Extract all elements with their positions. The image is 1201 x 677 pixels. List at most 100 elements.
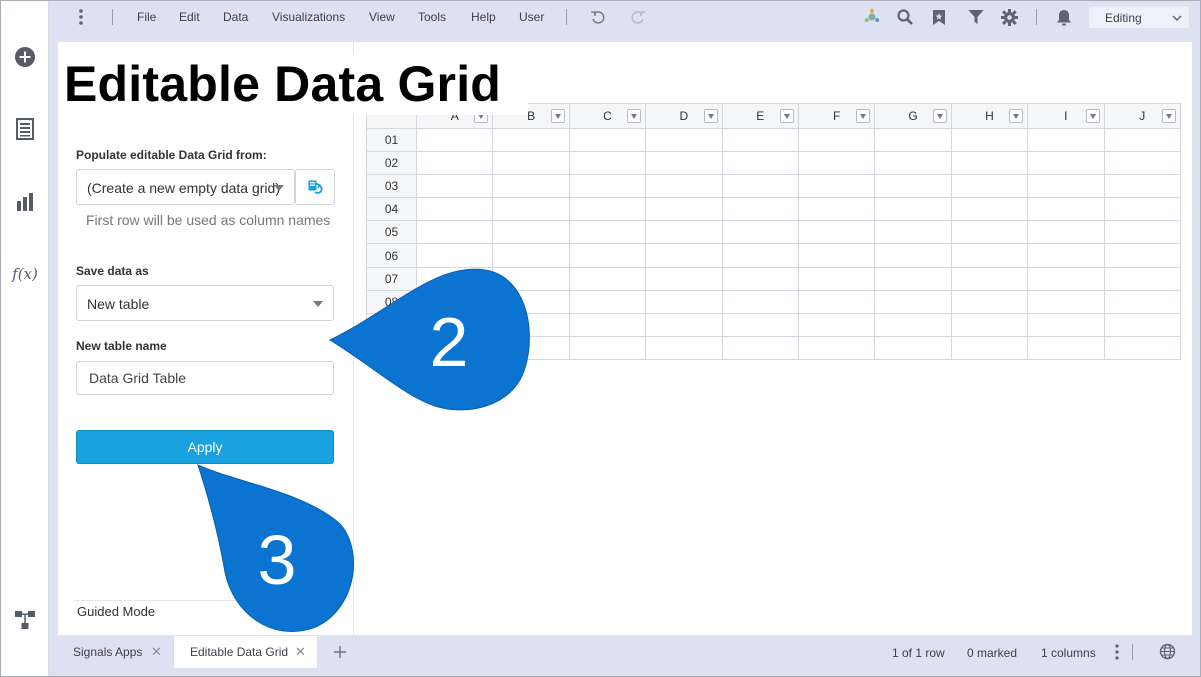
grid-cell[interactable] xyxy=(415,243,494,268)
data-table-icon[interactable] xyxy=(13,117,37,141)
grid-cell[interactable] xyxy=(492,197,570,222)
grid-cell[interactable] xyxy=(492,174,570,199)
grid-cell[interactable] xyxy=(415,174,494,199)
undo-icon[interactable] xyxy=(588,7,608,27)
grid-cell[interactable] xyxy=(874,127,952,153)
grid-cell[interactable] xyxy=(721,335,799,361)
column-header[interactable]: C xyxy=(568,103,647,129)
grid-cell[interactable] xyxy=(645,197,723,222)
grid-cell[interactable] xyxy=(645,127,723,153)
grid-cell[interactable] xyxy=(568,289,647,314)
grid-cell[interactable] xyxy=(721,127,799,153)
grid-cell[interactable] xyxy=(797,335,876,361)
menu-visualizations[interactable]: Visualizations xyxy=(272,10,345,24)
menu-file[interactable]: File xyxy=(137,10,156,24)
column-filter-dropdown-icon[interactable] xyxy=(550,109,565,123)
grid-cell[interactable] xyxy=(950,220,1029,245)
bar-chart-icon[interactable] xyxy=(13,190,37,214)
grid-cell[interactable] xyxy=(1027,151,1105,176)
grid-cell[interactable] xyxy=(1103,197,1182,222)
grid-cell[interactable] xyxy=(1027,197,1105,222)
grid-cell[interactable] xyxy=(874,174,952,199)
redo-icon[interactable] xyxy=(628,7,648,27)
grid-cell[interactable] xyxy=(568,197,647,222)
add-icon[interactable] xyxy=(13,45,37,69)
grid-cell[interactable] xyxy=(568,220,647,245)
grid-cell[interactable] xyxy=(645,174,723,199)
grid-cell[interactable] xyxy=(721,220,799,245)
grid-cell[interactable] xyxy=(950,197,1029,222)
grid-cell[interactable] xyxy=(492,127,570,153)
grid-cell[interactable] xyxy=(874,151,952,176)
menu-tools[interactable]: Tools xyxy=(418,10,446,24)
grid-cell[interactable] xyxy=(874,220,952,245)
grid-cell[interactable] xyxy=(645,289,723,314)
grid-cell[interactable] xyxy=(797,312,876,337)
more-vertical-icon[interactable] xyxy=(1115,644,1119,665)
column-header[interactable]: G xyxy=(874,103,952,129)
grid-cell[interactable] xyxy=(797,151,876,176)
grid-cell[interactable] xyxy=(568,151,647,176)
ai-assistant-icon[interactable] xyxy=(862,7,882,27)
grid-cell[interactable] xyxy=(797,220,876,245)
grid-cell[interactable] xyxy=(1027,243,1105,268)
grid-cell[interactable] xyxy=(797,289,876,314)
grid-cell[interactable] xyxy=(1027,220,1105,245)
grid-cell[interactable] xyxy=(797,174,876,199)
settings-gear-icon[interactable] xyxy=(999,7,1019,27)
grid-cell[interactable] xyxy=(874,289,952,314)
grid-cell[interactable] xyxy=(492,220,570,245)
grid-cell[interactable] xyxy=(874,312,952,337)
grid-cell[interactable] xyxy=(568,243,647,268)
close-icon[interactable]: ✕ xyxy=(151,636,162,668)
column-filter-dropdown-icon[interactable] xyxy=(779,109,794,123)
mode-dropdown[interactable]: Editing xyxy=(1089,7,1189,28)
function-icon[interactable]: f(x) xyxy=(12,262,38,286)
grid-cell[interactable] xyxy=(797,197,876,222)
grid-cell[interactable] xyxy=(1027,127,1105,153)
column-filter-dropdown-icon[interactable] xyxy=(1085,109,1100,123)
grid-cell[interactable] xyxy=(415,151,494,176)
column-filter-dropdown-icon[interactable] xyxy=(856,109,871,123)
grid-cell[interactable] xyxy=(874,335,952,361)
column-header[interactable]: I xyxy=(1027,103,1105,129)
grid-cell[interactable] xyxy=(568,312,647,337)
column-header[interactable]: D xyxy=(645,103,723,129)
grid-cell[interactable] xyxy=(797,266,876,291)
row-number[interactable]: 01 xyxy=(366,127,417,153)
grid-cell[interactable] xyxy=(568,335,647,361)
grid-cell[interactable] xyxy=(1103,312,1182,337)
save-as-dropdown[interactable]: New table xyxy=(76,285,334,321)
populate-source-dropdown[interactable]: (Create a new empty data grid) xyxy=(76,169,295,205)
hierarchy-icon[interactable] xyxy=(13,608,37,632)
grid-cell[interactable] xyxy=(415,220,494,245)
column-filter-dropdown-icon[interactable] xyxy=(1162,109,1176,123)
grid-cell[interactable] xyxy=(568,174,647,199)
grid-cell[interactable] xyxy=(1027,174,1105,199)
row-number[interactable]: 04 xyxy=(366,197,417,222)
grid-cell[interactable] xyxy=(950,151,1029,176)
tab-signals-apps[interactable]: Signals Apps ✕ xyxy=(57,636,174,668)
grid-cell[interactable] xyxy=(721,197,799,222)
grid-cell[interactable] xyxy=(874,243,952,268)
globe-icon[interactable] xyxy=(1159,643,1176,665)
grid-cell[interactable] xyxy=(721,289,799,314)
row-number[interactable]: 06 xyxy=(366,243,417,268)
grid-cell[interactable] xyxy=(950,335,1029,361)
grid-cell[interactable] xyxy=(950,289,1029,314)
grid-cell[interactable] xyxy=(721,266,799,291)
row-number[interactable]: 03 xyxy=(366,174,417,199)
grid-cell[interactable] xyxy=(1103,151,1182,176)
grid-cell[interactable] xyxy=(1027,312,1105,337)
grid-cell[interactable] xyxy=(492,243,570,268)
grid-cell[interactable] xyxy=(721,151,799,176)
menu-edit[interactable]: Edit xyxy=(179,10,200,24)
grid-cell[interactable] xyxy=(950,127,1029,153)
grid-cell[interactable] xyxy=(1103,174,1182,199)
column-header[interactable]: E xyxy=(721,103,799,129)
search-icon[interactable] xyxy=(895,7,915,27)
row-number[interactable]: 05 xyxy=(366,220,417,245)
grid-cell[interactable] xyxy=(797,127,876,153)
grid-cell[interactable] xyxy=(1103,289,1182,314)
column-filter-dropdown-icon[interactable] xyxy=(703,109,718,123)
